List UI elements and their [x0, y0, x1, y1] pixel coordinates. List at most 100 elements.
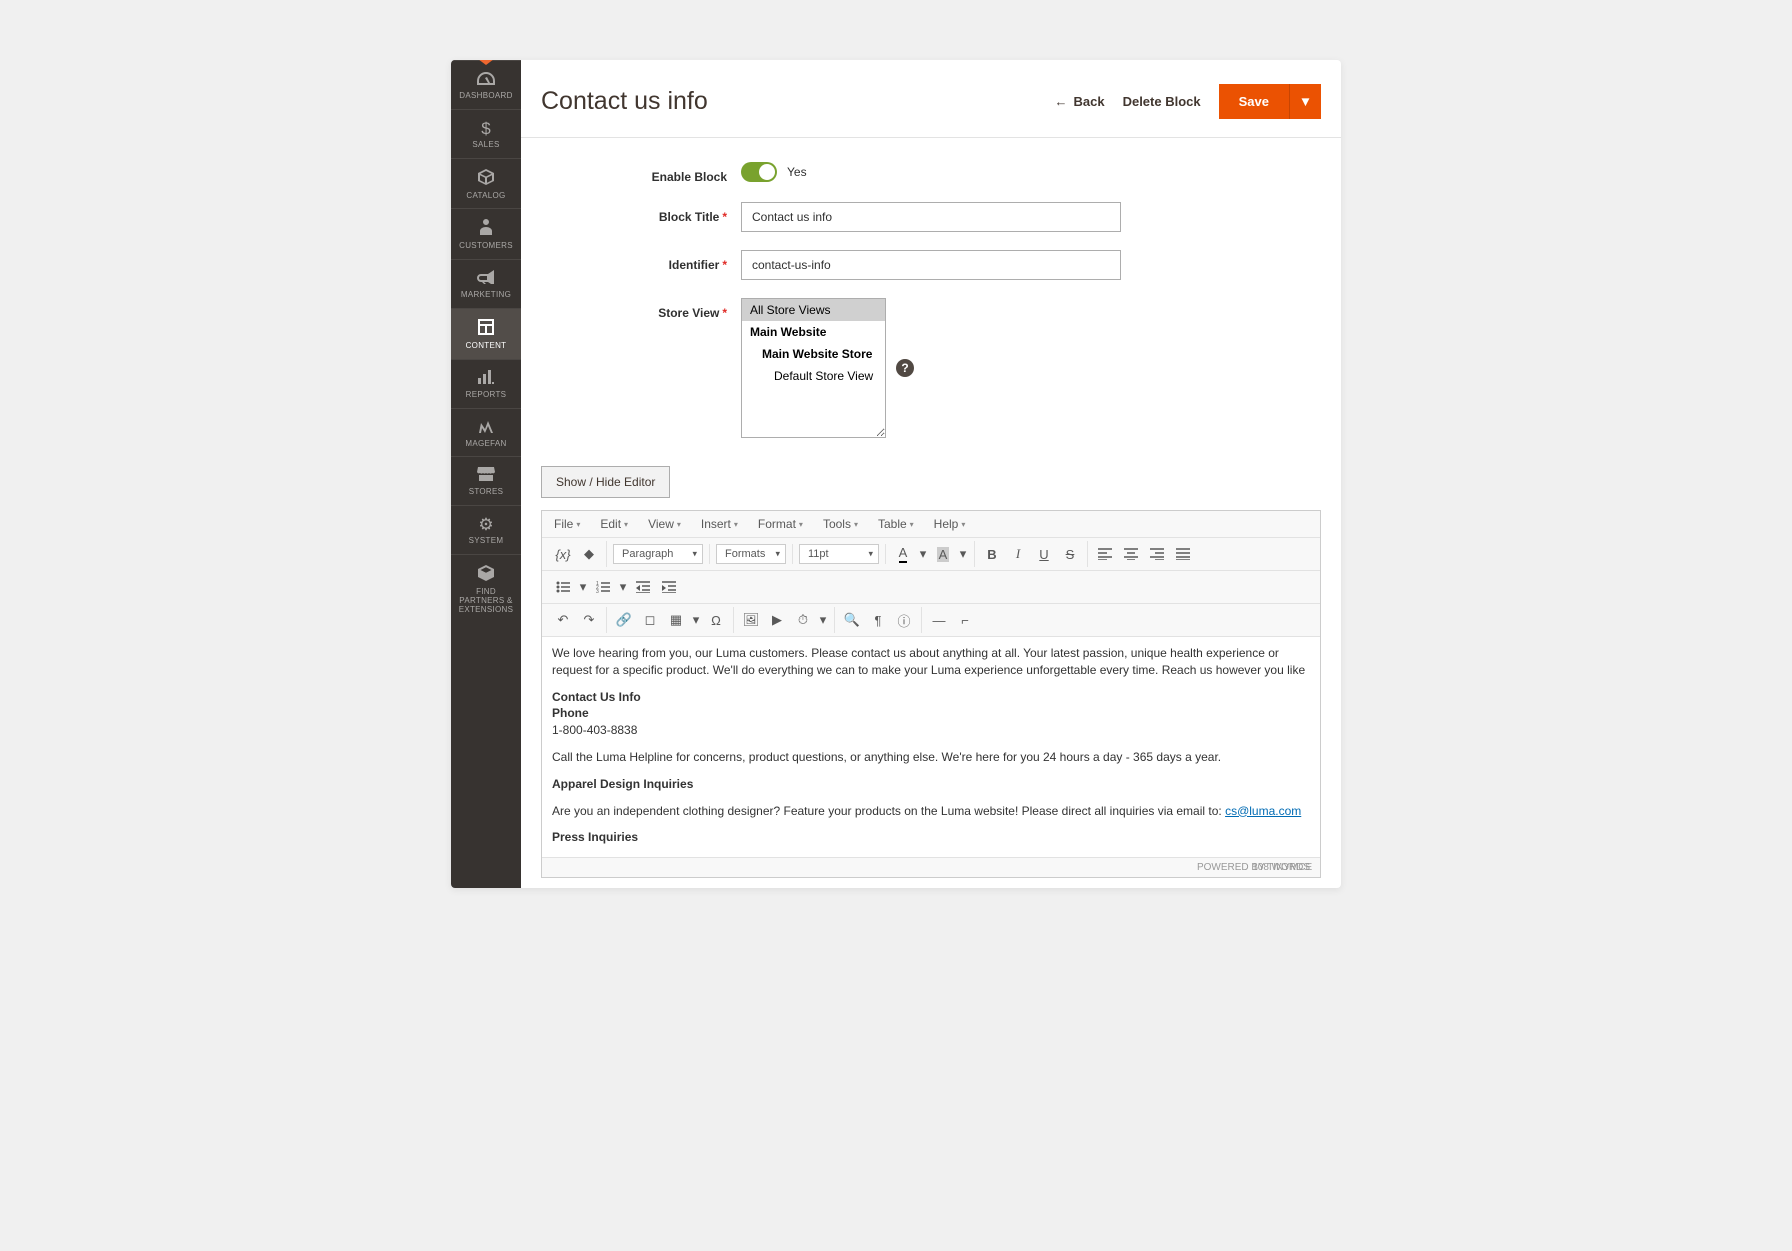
sidebar-item-sales[interactable]: $ SALES — [451, 109, 521, 158]
dashboard-icon — [477, 71, 495, 88]
datetime-button[interactable]: ⏱ — [790, 607, 816, 633]
caret-down-icon[interactable]: ▾ — [576, 574, 590, 600]
editor-section: Show / Hide Editor File▾ Edit▾ View▾ Ins… — [521, 466, 1341, 888]
svg-text:3: 3 — [596, 589, 599, 593]
apparel-email-link[interactable]: cs@luma.com — [1225, 804, 1301, 818]
editor-toolbar-2: ▾ 123 ▾ — [542, 571, 1320, 604]
sidebar-item-catalog[interactable]: CATALOG — [451, 158, 521, 209]
menu-view[interactable]: View▾ — [640, 513, 689, 535]
back-button[interactable]: ← Back — [1055, 94, 1105, 109]
content-apparel-heading: Apparel Design Inquiries — [552, 776, 1310, 793]
admin-sidebar: DASHBOARD $ SALES CATALOG CUSTOMERS MARK… — [451, 60, 521, 888]
anchor-button[interactable]: ◻ — [637, 607, 663, 633]
media-button[interactable]: ▶ — [764, 607, 790, 633]
redo-button[interactable]: ↷ — [576, 607, 602, 633]
outdent-button[interactable] — [630, 574, 656, 600]
text-color-button[interactable]: A — [890, 541, 916, 567]
special-char-button[interactable]: Ω — [703, 607, 729, 633]
caret-down-icon[interactable]: ▾ — [916, 541, 930, 567]
sidebar-item-stores[interactable]: STORES — [451, 456, 521, 505]
link-button[interactable]: 🔗 — [611, 607, 637, 633]
formats-select[interactable]: Formats — [716, 544, 786, 564]
align-center-button[interactable] — [1118, 541, 1144, 567]
caret-down-icon[interactable]: ▾ — [956, 541, 970, 567]
caret-down-icon: ▼ — [1299, 94, 1312, 109]
cube-icon — [478, 169, 494, 188]
show-characters-button[interactable]: ¶ — [865, 607, 891, 633]
indent-button[interactable] — [656, 574, 682, 600]
caret-down-icon[interactable]: ▾ — [616, 574, 630, 600]
hr-button[interactable]: — — [926, 607, 952, 633]
save-button[interactable]: Save — [1219, 84, 1289, 119]
align-justify-button[interactable] — [1170, 541, 1196, 567]
block-title-input[interactable] — [741, 202, 1121, 232]
sidebar-item-partners[interactable]: FIND PARTNERS & EXTENSIONS — [451, 554, 521, 622]
image-button[interactable]: 🖼 — [738, 607, 764, 633]
identifier-input[interactable] — [741, 250, 1121, 280]
paragraph-select[interactable]: Paragraph — [613, 544, 703, 564]
menu-insert[interactable]: Insert▾ — [693, 513, 746, 535]
italic-button[interactable]: I — [1005, 541, 1031, 567]
back-label: Back — [1074, 94, 1105, 109]
caret-down-icon[interactable]: ▾ — [816, 607, 830, 633]
row-enable-block: Enable Block Yes — [541, 162, 1321, 184]
menu-help[interactable]: Help▾ — [926, 513, 974, 535]
toggle-editor-button[interactable]: Show / Hide Editor — [541, 466, 670, 498]
sidebar-item-dashboard[interactable]: DASHBOARD — [451, 60, 521, 109]
help-button[interactable]: ⓘ — [891, 607, 917, 633]
header-actions: ← Back Delete Block Save ▼ — [1055, 84, 1322, 119]
widget-icon[interactable]: ◆ — [576, 541, 602, 567]
sidebar-item-label: SALES — [472, 141, 499, 150]
save-dropdown-button[interactable]: ▼ — [1289, 84, 1321, 119]
number-list-button[interactable]: 123 — [590, 574, 616, 600]
gear-icon: ⚙ — [478, 516, 493, 533]
sidebar-item-system[interactable]: ⚙ SYSTEM — [451, 505, 521, 554]
table-button[interactable]: ▦ — [663, 607, 689, 633]
align-left-button[interactable] — [1092, 541, 1118, 567]
identifier-label: Identifier* — [541, 250, 741, 272]
bg-color-button[interactable]: A — [930, 541, 956, 567]
user-icon — [480, 219, 492, 238]
store-view-option[interactable]: Main Website — [742, 321, 885, 343]
sidebar-item-marketing[interactable]: MARKETING — [451, 259, 521, 308]
sidebar-item-label: SYSTEM — [469, 537, 504, 546]
content-intro: We love hearing from you, our Luma custo… — [552, 645, 1310, 679]
strikethrough-button[interactable]: S — [1057, 541, 1083, 567]
menu-tools[interactable]: Tools▾ — [815, 513, 866, 535]
bullet-list-button[interactable] — [550, 574, 576, 600]
search-replace-button[interactable]: 🔍 — [839, 607, 865, 633]
menu-edit[interactable]: Edit▾ — [592, 513, 636, 535]
enable-block-value: Yes — [787, 165, 807, 179]
store-view-option[interactable]: Main Website Store — [742, 343, 885, 365]
enable-block-label: Enable Block — [541, 162, 741, 184]
sidebar-item-customers[interactable]: CUSTOMERS — [451, 208, 521, 259]
menu-table[interactable]: Table▾ — [870, 513, 922, 535]
editor-content-area[interactable]: We love hearing from you, our Luma custo… — [542, 637, 1320, 857]
content-press-heading: Press Inquiries — [552, 829, 1310, 846]
sidebar-item-content[interactable]: CONTENT — [451, 308, 521, 359]
megaphone-icon — [477, 270, 495, 287]
main-panel: Contact us info ← Back Delete Block Save… — [521, 60, 1341, 888]
store-view-option[interactable]: Default Store View — [742, 365, 885, 387]
sidebar-item-reports[interactable]: REPORTS — [451, 359, 521, 408]
sidebar-item-magefan[interactable]: MAGEFAN — [451, 408, 521, 457]
delete-block-button[interactable]: Delete Block — [1123, 94, 1201, 109]
store-view-option[interactable]: All Store Views — [742, 299, 885, 321]
variable-icon[interactable]: {x} — [550, 541, 576, 567]
caret-down-icon[interactable]: ▾ — [689, 607, 703, 633]
content-apparel-text: Are you an independent clothing designer… — [552, 803, 1310, 820]
sidebar-item-label: DASHBOARD — [459, 92, 512, 101]
align-right-button[interactable] — [1144, 541, 1170, 567]
help-icon[interactable]: ? — [896, 359, 914, 377]
underline-button[interactable]: U — [1031, 541, 1057, 567]
fontsize-select[interactable]: 11pt — [799, 544, 879, 564]
undo-button[interactable]: ↶ — [550, 607, 576, 633]
bold-button[interactable]: B — [979, 541, 1005, 567]
store-view-select[interactable]: All Store Views Main Website Main Websit… — [741, 298, 886, 438]
block-title-label: Block Title* — [541, 202, 741, 224]
menu-file[interactable]: File▾ — [546, 513, 588, 535]
enable-block-toggle[interactable] — [741, 162, 777, 182]
editor-statusbar: POWERED BY TINYMCE 108 words — [542, 857, 1320, 877]
pagebreak-button[interactable]: ⌐ — [952, 607, 978, 633]
menu-format[interactable]: Format▾ — [750, 513, 811, 535]
